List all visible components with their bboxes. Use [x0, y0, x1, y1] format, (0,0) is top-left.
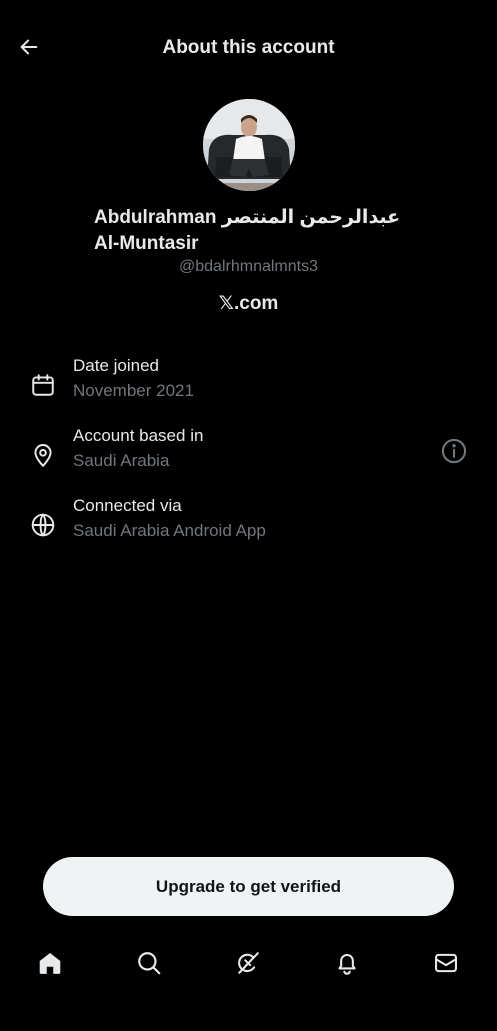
bottom-nav: [0, 940, 497, 988]
nav-home[interactable]: [35, 948, 65, 978]
connected-via-row: Connected via Saudi Arabia Android App: [0, 496, 497, 556]
date-joined-label: Date joined: [73, 356, 160, 375]
account-location-label: Account based in: [73, 426, 204, 445]
header: About this account: [0, 0, 497, 96]
avatar[interactable]: [203, 99, 295, 191]
site-label: 𝕏.com: [218, 293, 279, 314]
display-name: Abdulrahman عبدالرحمن المنتصر Al-Muntasi…: [94, 207, 401, 254]
date-joined-value: November 2021: [73, 381, 194, 400]
upgrade-button[interactable]: Upgrade to get verified: [43, 857, 454, 916]
nav-search[interactable]: [134, 948, 164, 978]
calendar-icon: [30, 372, 56, 398]
nav-notifications[interactable]: [332, 948, 362, 978]
info-icon[interactable]: [440, 437, 468, 465]
search-icon: [138, 952, 161, 975]
account-location-value: Saudi Arabia: [73, 451, 170, 470]
page-title: About this account: [162, 37, 335, 58]
connected-via-label: Connected via: [73, 496, 182, 515]
nav-messages[interactable]: [431, 948, 461, 978]
date-joined-row: Date joined November 2021: [0, 356, 497, 416]
username-handle: @bdalrhmnalmnts3: [179, 258, 318, 275]
nav-grok[interactable]: [233, 948, 263, 978]
connected-via-value: Saudi Arabia Android App: [73, 521, 266, 540]
globe-icon: [30, 512, 56, 538]
messages-icon: [435, 953, 457, 973]
grok-icon: [238, 952, 259, 974]
location-pin-icon: [30, 442, 56, 468]
account-location-row: Account based in Saudi Arabia: [0, 426, 497, 486]
home-icon: [39, 953, 61, 974]
notifications-icon: [338, 953, 356, 975]
